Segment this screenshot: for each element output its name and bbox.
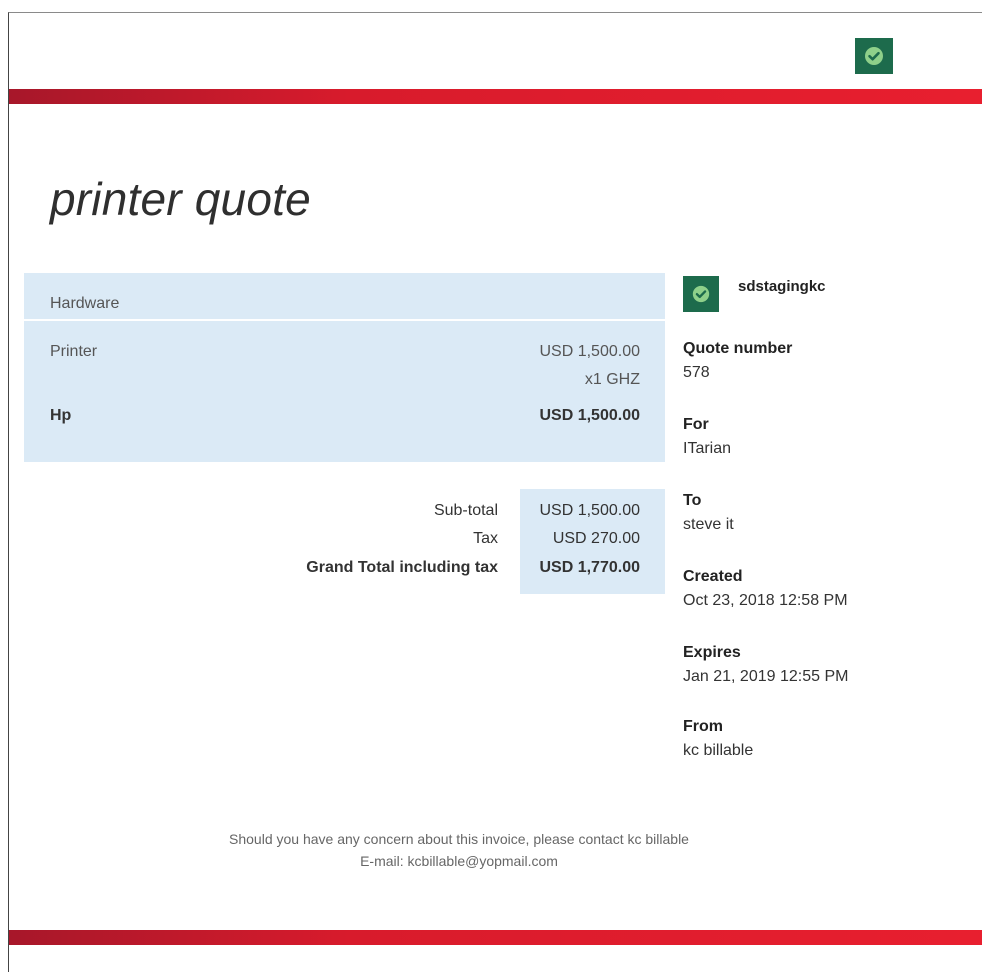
grand-total-value: USD 1,770.00: [539, 559, 640, 576]
grand-total-row: Grand Total including tax USD 1,770.00: [24, 559, 665, 581]
page-title: printer quote: [50, 173, 311, 225]
from-value: kc billable: [683, 742, 754, 759]
to-field: To steve it: [683, 489, 973, 537]
footer-email-line: E-mail: kcbillable@yopmail.com: [360, 853, 558, 869]
tax-row: Tax USD 270.00: [24, 530, 665, 552]
subtotal-row: Sub-total USD 1,500.00: [24, 502, 665, 524]
from-label: From: [683, 718, 723, 735]
footer-contact-line: Should you have any concern about this i…: [229, 831, 689, 847]
quote-number-value: 578: [683, 364, 710, 381]
created-field: Created Oct 23, 2018 12:58 PM: [683, 565, 973, 613]
item-price: USD 1,500.00: [539, 343, 640, 360]
company-name: sdstagingkc: [738, 278, 826, 295]
quote-details-sidebar: sdstagingkc Quote number 578 For ITarian…: [683, 273, 973, 759]
for-value: ITarian: [683, 440, 732, 457]
bottom-accent-stripe: [9, 930, 982, 945]
expires-label: Expires: [683, 644, 741, 661]
line-item: Printer USD 1,500.00 x1 GHZ Hp USD 1,500…: [24, 321, 665, 462]
footer-contact-note: Should you have any concern about this i…: [24, 828, 894, 872]
company-logo-check-icon: [683, 276, 719, 312]
created-label: Created: [683, 568, 743, 585]
quote-number-label: Quote number: [683, 340, 793, 357]
expires-field: Expires Jan 21, 2019 12:55 PM: [683, 641, 973, 689]
created-value: Oct 23, 2018 12:58 PM: [683, 592, 848, 609]
from-field: From kc billable: [683, 715, 973, 763]
tax-label: Tax: [473, 530, 498, 547]
totals-section: Sub-total USD 1,500.00 Tax USD 270.00 Gr…: [24, 489, 665, 594]
grand-total-label: Grand Total including tax: [306, 559, 498, 576]
company-row: sdstagingkc: [683, 273, 973, 313]
line-items-panel: Hardware Printer USD 1,500.00 x1 GHZ Hp …: [24, 273, 665, 462]
tax-value: USD 270.00: [552, 530, 640, 547]
expires-value: Jan 21, 2019 12:55 PM: [683, 668, 849, 685]
item-total: USD 1,500.00: [539, 407, 640, 424]
for-label: For: [683, 416, 709, 433]
item-brand: Hp: [50, 407, 72, 424]
quote-number-field: Quote number 578: [683, 337, 973, 385]
header-logo-check-icon: [855, 38, 893, 74]
subtotal-value: USD 1,500.00: [539, 502, 640, 519]
to-value: steve it: [683, 516, 734, 533]
item-name: Printer: [50, 343, 98, 360]
subtotal-label: Sub-total: [433, 502, 498, 519]
to-label: To: [683, 492, 702, 509]
section-header-hardware: Hardware: [24, 273, 665, 321]
for-field: For ITarian: [683, 413, 973, 461]
top-accent-stripe: [9, 89, 982, 104]
item-quantity: x1 GHZ: [584, 371, 640, 388]
